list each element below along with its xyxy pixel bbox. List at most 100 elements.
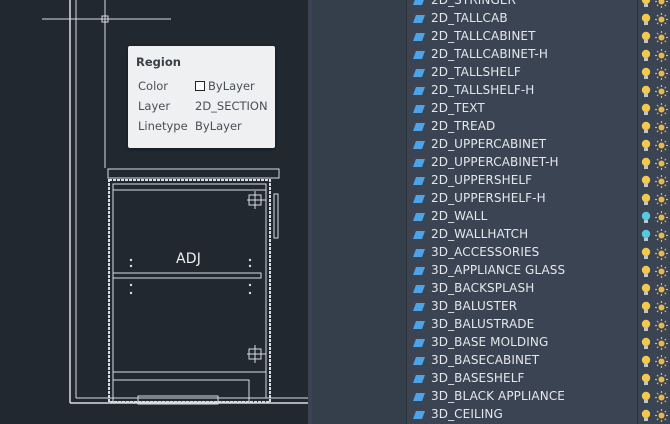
layer-list-item[interactable]: 3D_BASE MOLDING xyxy=(407,334,670,352)
shelf xyxy=(112,272,262,279)
lightbulb-on-icon[interactable] xyxy=(640,391,652,404)
lightbulb-on-icon[interactable] xyxy=(640,301,652,314)
layer-stack-icon xyxy=(413,411,425,419)
cabinet-box-outer xyxy=(108,179,271,403)
sun-freeze-icon[interactable] xyxy=(655,49,668,62)
layer-list-item[interactable]: 2D_TALLCABINET-H xyxy=(407,46,670,64)
sun-freeze-icon[interactable] xyxy=(655,175,668,188)
sun-freeze-icon[interactable] xyxy=(655,103,668,116)
layer-list-item[interactable]: 3D_APPLIANCE GLASS xyxy=(407,262,670,280)
lightbulb-on-icon[interactable] xyxy=(640,373,652,386)
lightbulb-on-icon[interactable] xyxy=(640,85,652,98)
layer-list-item[interactable]: 2D_TREAD xyxy=(407,118,670,136)
countertop xyxy=(107,168,280,179)
sun-freeze-icon[interactable] xyxy=(655,355,668,368)
lightbulb-on-icon[interactable] xyxy=(640,355,652,368)
panel-left-gutter xyxy=(312,0,407,424)
sun-freeze-icon[interactable] xyxy=(655,301,668,314)
sun-freeze-icon[interactable] xyxy=(655,67,668,80)
layer-name: 2D_TALLCAB xyxy=(431,11,508,25)
hinge-bottom xyxy=(247,345,266,363)
layer-stack-icon xyxy=(413,33,425,41)
lightbulb-on-icon[interactable] xyxy=(640,0,652,8)
layer-list-item[interactable]: 2D_UPPERSHELF xyxy=(407,172,670,190)
layer-name: 3D_BLACK APPLIANCE xyxy=(431,389,565,403)
layer-list-item[interactable]: 3D_BACKSPLASH xyxy=(407,280,670,298)
layer-name: 2D_TEXT xyxy=(431,101,485,115)
layer-list-item[interactable]: 2D_WALLHATCH xyxy=(407,226,670,244)
layer-list-item[interactable]: 3D_BALUSTRADE xyxy=(407,316,670,334)
layer-name: 2D_TALLCABINET-H xyxy=(431,47,548,61)
layer-list-item[interactable]: 2D_TALLCABINET xyxy=(407,28,670,46)
layer-list-item[interactable]: 2D_TALLCAB xyxy=(407,10,670,28)
sun-freeze-icon[interactable] xyxy=(655,229,668,242)
sun-freeze-icon[interactable] xyxy=(655,139,668,152)
layer-stack-icon xyxy=(413,303,425,311)
layer-stack-icon xyxy=(413,123,425,131)
lightbulb-on-icon[interactable] xyxy=(640,31,652,44)
layer-name: 2D_TALLSHELF-H xyxy=(431,83,535,97)
sun-freeze-icon[interactable] xyxy=(655,391,668,404)
lightbulb-off-icon[interactable] xyxy=(640,211,652,224)
layer-list-item[interactable]: 2D_STRINGER xyxy=(407,0,670,10)
sun-freeze-icon[interactable] xyxy=(655,265,668,278)
sun-freeze-icon[interactable] xyxy=(655,319,668,332)
layer-name: 3D_BALUSTRADE xyxy=(431,317,535,331)
sun-freeze-icon[interactable] xyxy=(655,31,668,44)
layer-list-item[interactable]: 2D_UPPERSHELF-H xyxy=(407,190,670,208)
layer-list-item[interactable]: 3D_BLACK APPLIANCE xyxy=(407,388,670,406)
layer-list-item[interactable]: 2D_WALL xyxy=(407,208,670,226)
lightbulb-on-icon[interactable] xyxy=(640,157,652,170)
lightbulb-on-icon[interactable] xyxy=(640,193,652,206)
sun-freeze-icon[interactable] xyxy=(655,373,668,386)
sun-freeze-icon[interactable] xyxy=(655,13,668,26)
layer-list-item[interactable]: 3D_BASESHELF xyxy=(407,370,670,388)
layer-list-item[interactable]: 3D_BASECABINET xyxy=(407,352,670,370)
tooltip-value-text: ByLayer xyxy=(208,79,255,93)
layer-list-item[interactable]: 3D_ACCESSORIES xyxy=(407,244,670,262)
layer-list-item[interactable]: 2D_UPPERCABINET-H xyxy=(407,154,670,172)
layer-name: 2D_UPPERCABINET xyxy=(431,137,547,151)
lightbulb-on-icon[interactable] xyxy=(640,103,652,116)
tooltip-title: Region xyxy=(136,55,181,69)
object-tooltip: Region Color ByLayer Layer 2D_SECTION Li… xyxy=(128,46,275,148)
lightbulb-on-icon[interactable] xyxy=(640,319,652,332)
sun-freeze-icon[interactable] xyxy=(655,247,668,260)
layer-stack-icon xyxy=(413,177,425,185)
lightbulb-on-icon[interactable] xyxy=(640,67,652,80)
lightbulb-on-icon[interactable] xyxy=(640,49,652,62)
layer-stack-icon xyxy=(413,393,425,401)
lightbulb-on-icon[interactable] xyxy=(640,337,652,350)
layer-list-item[interactable]: 2D_TEXT xyxy=(407,100,670,118)
adj-label: ADJ xyxy=(176,251,202,267)
layer-list-item[interactable]: 3D_CEILING xyxy=(407,406,670,424)
drawing-canvas[interactable]: ADJ Region Color ByLayer Layer 2D_SECTIO… xyxy=(0,0,308,424)
layer-list-item[interactable]: 3D_BALUSTER xyxy=(407,298,670,316)
layer-list-item[interactable]: 2D_TALLSHELF xyxy=(407,64,670,82)
sun-freeze-icon[interactable] xyxy=(655,193,668,206)
sun-freeze-icon[interactable] xyxy=(655,409,668,422)
lightbulb-off-icon[interactable] xyxy=(640,229,652,242)
layer-list-item[interactable]: 2D_UPPERCABINET xyxy=(407,136,670,154)
sun-freeze-icon[interactable] xyxy=(655,121,668,134)
sun-freeze-icon[interactable] xyxy=(655,283,668,296)
sun-freeze-icon[interactable] xyxy=(655,0,668,8)
sun-freeze-icon[interactable] xyxy=(655,157,668,170)
layer-name: 2D_TREAD xyxy=(431,119,496,133)
lightbulb-on-icon[interactable] xyxy=(640,247,652,260)
lightbulb-on-icon[interactable] xyxy=(640,175,652,188)
sun-freeze-icon[interactable] xyxy=(655,211,668,224)
layer-name: 2D_UPPERCABINET-H xyxy=(431,155,559,169)
lightbulb-on-icon[interactable] xyxy=(640,139,652,152)
layer-list-item[interactable]: 2D_TALLSHELF-H xyxy=(407,82,670,100)
lightbulb-on-icon[interactable] xyxy=(640,409,652,422)
layer-name: 3D_BASE MOLDING xyxy=(431,335,549,349)
lightbulb-on-icon[interactable] xyxy=(640,13,652,26)
lightbulb-on-icon[interactable] xyxy=(640,265,652,278)
layer-stack-icon xyxy=(413,195,425,203)
layer-stack-icon xyxy=(413,69,425,77)
lightbulb-on-icon[interactable] xyxy=(640,283,652,296)
lightbulb-on-icon[interactable] xyxy=(640,121,652,134)
sun-freeze-icon[interactable] xyxy=(655,85,668,98)
sun-freeze-icon[interactable] xyxy=(655,337,668,350)
